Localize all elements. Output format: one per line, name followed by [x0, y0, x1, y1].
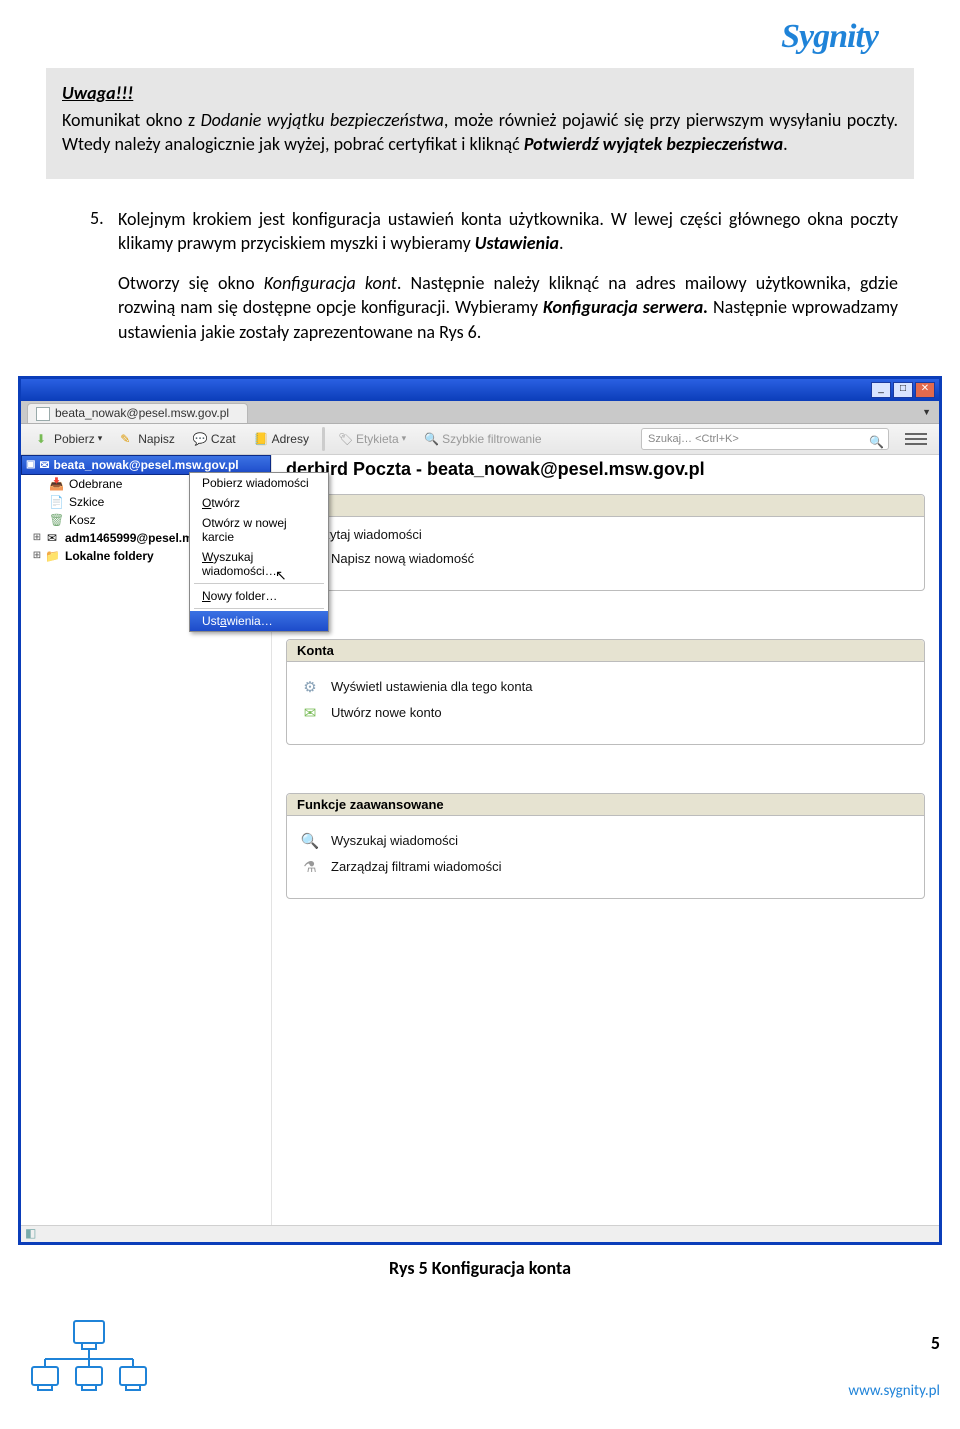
chat-button[interactable]: 💬Czat: [186, 429, 243, 449]
ctx-separator: [194, 608, 324, 609]
mail-icon: ✉: [39, 458, 49, 472]
download-icon: ⬇: [36, 432, 50, 446]
ctx-settings[interactable]: Ustawienia…: [190, 611, 328, 631]
list-number: 5.: [90, 207, 118, 360]
account-page-title: derbird Poczta - beata_nowak@pesel.msw.g…: [286, 459, 925, 480]
collapse-icon[interactable]: ▣: [26, 459, 35, 470]
address-book-button[interactable]: 📒Adresy: [247, 429, 316, 449]
paragraph-1: Kolejnym krokiem jest konfiguracja ustaw…: [118, 207, 898, 256]
ctx-new-folder[interactable]: Nowy folder…: [190, 586, 328, 606]
sygnity-logo: Sygnity: [781, 18, 878, 56]
link-write-message[interactable]: ✎ Napisz nową wiadomość: [299, 550, 912, 568]
link-search-messages[interactable]: 🔍 Wyszukaj wiadomości: [299, 832, 912, 850]
link-read-messages[interactable]: rzeczytaj wiadomości: [299, 527, 912, 542]
search-icon: 🔍: [869, 432, 884, 452]
computer-network-icon: [0, 1319, 150, 1400]
toolbar-separator: [322, 427, 325, 451]
pencil-icon: ✎: [120, 432, 134, 446]
menu-button[interactable]: [901, 428, 931, 450]
filter-icon: ⚗: [299, 858, 321, 876]
link-manage-filters[interactable]: ⚗ Zarządzaj filtrami wiadomości: [299, 858, 912, 876]
link-new-account[interactable]: ✉ Utwórz nowe konto: [299, 704, 912, 722]
search-icon: 🔍: [299, 832, 321, 850]
cursor-icon: ↖: [275, 567, 287, 584]
figure-caption: Rys 5 Konfiguracja konta: [62, 1257, 898, 1279]
ctx-separator: [194, 583, 324, 584]
search-input[interactable]: Szukaj… <Ctrl+K> 🔍: [641, 428, 889, 450]
chat-icon: 💬: [193, 432, 207, 446]
minimize-button[interactable]: _: [871, 382, 891, 398]
drafts-icon: 📄: [49, 495, 63, 509]
section-header-email: ail: [287, 495, 924, 517]
link-account-settings[interactable]: ⚙ Wyświetl ustawienia dla tego konta: [299, 678, 912, 696]
section-accounts: Konta ⚙ Wyświetl ustawienia dla tego kon…: [286, 639, 925, 745]
page-icon: [36, 407, 50, 421]
account-page: derbird Poczta - beata_nowak@pesel.msw.g…: [272, 455, 939, 1225]
note-title: Uwaga!!!: [62, 82, 898, 104]
folder-sidebar: ▣ ✉ beata_nowak@pesel.msw.gov.pl 📥Odebra…: [21, 455, 272, 1225]
maximize-button[interactable]: □: [893, 382, 913, 398]
expand-icon[interactable]: ⊞: [31, 532, 43, 543]
trash-icon: 🗑: [49, 513, 63, 527]
note-text: Komunikat okno z Dodanie wyjątku bezpiec…: [62, 108, 898, 157]
ctx-search[interactable]: Wyszukaj wiadomości…: [190, 547, 328, 581]
section-header-accounts: Konta: [287, 640, 924, 662]
thunderbird-window: ▼ _ □ ✕ beata_nowak@pesel.msw.gov.pl ▼ ⬇…: [18, 376, 942, 1245]
section-header-advanced: Funkcje zaawansowane: [287, 794, 924, 816]
quick-filter-button[interactable]: 🔍Szybkie filtrowanie: [417, 429, 548, 449]
folder-icon: 📁: [45, 549, 59, 563]
mail-icon: ✉: [45, 531, 59, 545]
paragraph-2: Otworzy się okno Konfiguracja kont. Nast…: [118, 271, 898, 344]
status-bar: ◧: [21, 1225, 939, 1242]
context-menu: Pobierz wiadomości Otwórz Otwórz w nowej…: [189, 472, 329, 632]
header-logo-row: Sygnity: [62, 18, 898, 56]
ctx-open-tab[interactable]: Otwórz w nowej karcie: [190, 513, 328, 547]
get-messages-button[interactable]: ⬇Pobierz▾: [29, 429, 109, 449]
mail-add-icon: ✉: [299, 704, 321, 722]
page-footer: 5 www.sygnity.pl: [0, 1319, 960, 1410]
status-icon: ◧: [25, 1226, 36, 1240]
search-icon: 🔍: [424, 432, 438, 446]
ctx-get-messages[interactable]: Pobierz wiadomości: [190, 473, 328, 493]
gear-icon: ⚙: [299, 678, 321, 696]
window-titlebar: ▼ _ □ ✕: [21, 379, 939, 401]
page-number: 5: [848, 1332, 940, 1354]
book-icon: 📒: [254, 432, 268, 446]
tab-bar: beata_nowak@pesel.msw.gov.pl ▼: [21, 401, 939, 424]
tag-button[interactable]: 🏷Etykieta▾: [331, 429, 413, 449]
section-advanced: Funkcje zaawansowane 🔍 Wyszukaj wiadomoś…: [286, 793, 925, 899]
write-button[interactable]: ✎Napisz: [113, 429, 182, 449]
footer-site: www.sygnity.pl: [848, 1382, 940, 1400]
close-button[interactable]: ✕: [915, 382, 935, 398]
expand-icon[interactable]: ⊞: [31, 550, 43, 561]
warning-note: Uwaga!!! Komunikat okno z Dodanie wyjątk…: [46, 68, 914, 179]
tag-icon: 🏷: [338, 432, 352, 446]
body-text: 5. Kolejnym krokiem jest konfiguracja us…: [62, 207, 898, 360]
tab-account[interactable]: beata_nowak@pesel.msw.gov.pl: [27, 403, 248, 423]
section-email: ail rzeczytaj wiadomości ✎ Napisz nową w…: [286, 494, 925, 591]
tabs-dropdown-icon[interactable]: ▼: [922, 407, 931, 417]
toolbar: ⬇Pobierz▾ ✎Napisz 💬Czat 📒Adresy 🏷Etykiet…: [21, 424, 939, 455]
inbox-icon: 📥: [49, 477, 63, 491]
ctx-open[interactable]: Otwórz: [190, 493, 328, 513]
